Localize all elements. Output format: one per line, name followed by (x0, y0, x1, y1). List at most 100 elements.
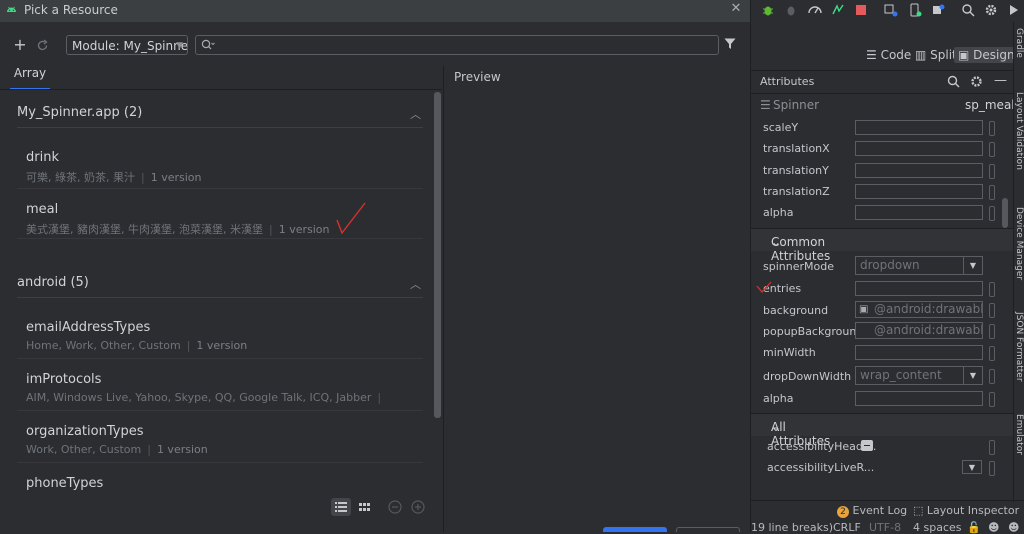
select-value: dropdown (860, 258, 920, 272)
group-header-android[interactable]: android (5) (17, 275, 89, 290)
gear-icon[interactable] (984, 3, 998, 17)
attr-input-entries[interactable] (855, 281, 983, 296)
attr-label: scaleY (763, 121, 799, 134)
spinner-mode-select[interactable]: dropdown ▼ (855, 256, 983, 275)
attr-resource-picker[interactable] (989, 369, 995, 384)
attr-resource-picker[interactable] (989, 303, 995, 318)
debug-icon[interactable] (761, 3, 775, 17)
chevron-down-icon[interactable]: ▼ (962, 460, 982, 474)
list-scrollbar[interactable] (434, 92, 441, 418)
attr-input-minwidth[interactable] (855, 345, 983, 360)
side-tab-device-manager[interactable]: Device Manager (1014, 207, 1024, 280)
attr-value: @android:drawable/ (874, 302, 983, 316)
side-tab-json-formatter[interactable]: JSON Formatter (1014, 312, 1024, 382)
checkbox-indeterminate[interactable] (861, 440, 873, 451)
avd-manager-icon[interactable] (908, 3, 922, 17)
side-tab-gradle[interactable]: Gradle (1014, 28, 1024, 58)
tab-array[interactable]: Array (10, 66, 50, 90)
zoom-out-icon[interactable] (385, 498, 405, 516)
attributes-panel: ☰ Spinner sp_meal scaleY translationX tr… (751, 93, 1013, 483)
minimize-icon[interactable]: — (994, 73, 1007, 88)
component-id[interactable]: sp_meal (965, 98, 1013, 112)
event-log-button[interactable]: 2 Event Log (837, 504, 907, 518)
layout-inspector-button[interactable]: ⬚ Layout Inspector (913, 504, 1019, 517)
profile-icon[interactable] (808, 3, 822, 17)
zoom-in-icon[interactable] (408, 498, 428, 516)
apply-changes-icon[interactable] (831, 3, 845, 17)
attr-resource-picker[interactable] (989, 346, 995, 361)
status-indent[interactable]: 4 spaces (913, 521, 962, 534)
attributes-scrollbar[interactable] (1002, 198, 1008, 228)
attr-resource-picker[interactable] (989, 121, 995, 136)
refresh-icon[interactable] (36, 39, 49, 52)
attr-resource-picker[interactable] (989, 282, 995, 297)
ok-button[interactable] (603, 527, 667, 532)
split-mode-button[interactable]: ▥ Split (915, 48, 957, 62)
attr-input-translationy[interactable] (855, 163, 983, 178)
status-encoding[interactable]: UTF-8 (869, 521, 901, 534)
attr-resource-picker[interactable] (989, 206, 995, 221)
preview-pane: Preview (443, 66, 751, 532)
cancel-button[interactable] (676, 527, 740, 532)
attr-resource-picker[interactable] (989, 440, 995, 455)
attr-input-alpha-common[interactable] (855, 391, 983, 406)
side-tab-layout-validation[interactable]: Layout Validation (1014, 92, 1024, 170)
attr-resource-picker[interactable] (989, 142, 995, 157)
status-line-breaks[interactable]: 19 line breaks) (751, 521, 833, 534)
attr-input-background[interactable]: ▣ @android:drawable/ (855, 301, 983, 318)
resource-item-name[interactable]: meal (26, 202, 58, 217)
attr-input-popupbackground[interactable]: @android:drawable/ (855, 322, 983, 339)
all-attributes-header[interactable]: ⌄ All Attributes (751, 413, 1013, 448)
search-icon[interactable] (947, 75, 960, 88)
attr-input-scaley[interactable] (855, 120, 983, 135)
notifications-icon[interactable]: ☻ (1008, 521, 1019, 534)
code-mode-button[interactable]: ☰ Code (866, 48, 911, 62)
attr-resource-picker[interactable] (989, 185, 995, 200)
attr-resource-picker[interactable] (989, 392, 995, 407)
resource-item-name[interactable]: drink (26, 150, 59, 165)
inspections-icon[interactable]: ☻ (988, 521, 999, 534)
list-view-icon[interactable] (331, 498, 351, 516)
status-line-separator[interactable]: CRLF (833, 521, 861, 534)
module-select[interactable]: Module: My_Spinne ▼ (66, 35, 188, 55)
chevron-down-icon: ▼ (963, 367, 982, 384)
resource-item-name[interactable]: imProtocols (26, 372, 101, 387)
values-text: 美式漢堡, 豬肉漢堡, 牛肉漢堡, 泡菜漢堡, 米漢堡 (26, 223, 263, 236)
dropdown-width-select[interactable]: wrap_content ▼ (855, 366, 983, 385)
attr-label: entries (763, 282, 802, 295)
chevron-up-icon[interactable]: ︿ (410, 276, 421, 292)
attr-value: @android:drawable/ (874, 323, 983, 337)
resource-item-name[interactable]: organizationTypes (26, 424, 143, 439)
attach-debugger-icon[interactable] (784, 3, 798, 17)
resource-item-name[interactable]: phoneTypes (26, 476, 103, 491)
group-header-my-spinner[interactable]: My_Spinner.app (2) (17, 105, 142, 120)
grid-view-icon[interactable] (355, 498, 375, 516)
attr-label: popupBackground (763, 325, 864, 338)
attr-resource-picker[interactable] (989, 164, 995, 179)
sdk-manager-icon[interactable] (931, 3, 945, 17)
attr-input-translationz[interactable] (855, 184, 983, 199)
add-icon[interactable]: + (11, 36, 29, 54)
attr-resource-picker[interactable] (989, 461, 995, 476)
lock-icon[interactable]: 🔓 (967, 521, 981, 534)
gear-icon[interactable] (970, 75, 983, 88)
common-attributes-header[interactable]: ⌄ Common Attributes (751, 228, 1013, 263)
side-tab-emulator[interactable]: Emulator (1014, 414, 1024, 455)
attr-input-translationx[interactable] (855, 141, 983, 156)
stop-icon[interactable] (854, 3, 868, 17)
version-text: 1 version (196, 339, 248, 352)
sync-gradle-icon[interactable] (884, 3, 898, 17)
search-input[interactable] (195, 35, 719, 55)
filter-icon[interactable] (724, 38, 736, 50)
values-text: Home, Work, Other, Custom (26, 339, 181, 352)
search-icon[interactable] (961, 3, 975, 17)
attr-resource-picker[interactable] (989, 324, 995, 339)
resource-item-name[interactable]: emailAddressTypes (26, 320, 150, 335)
attr-label: spinnerMode (763, 260, 834, 273)
resource-item-values: Home, Work, Other, Custom | 1 version (26, 339, 248, 352)
chevron-up-icon[interactable]: ︿ (410, 106, 421, 122)
design-mode-button[interactable]: ▣ Design (954, 47, 1019, 63)
close-icon[interactable]: ✕ (729, 1, 743, 19)
account-icon[interactable] (1007, 3, 1021, 17)
attr-input-alpha[interactable] (855, 205, 983, 220)
